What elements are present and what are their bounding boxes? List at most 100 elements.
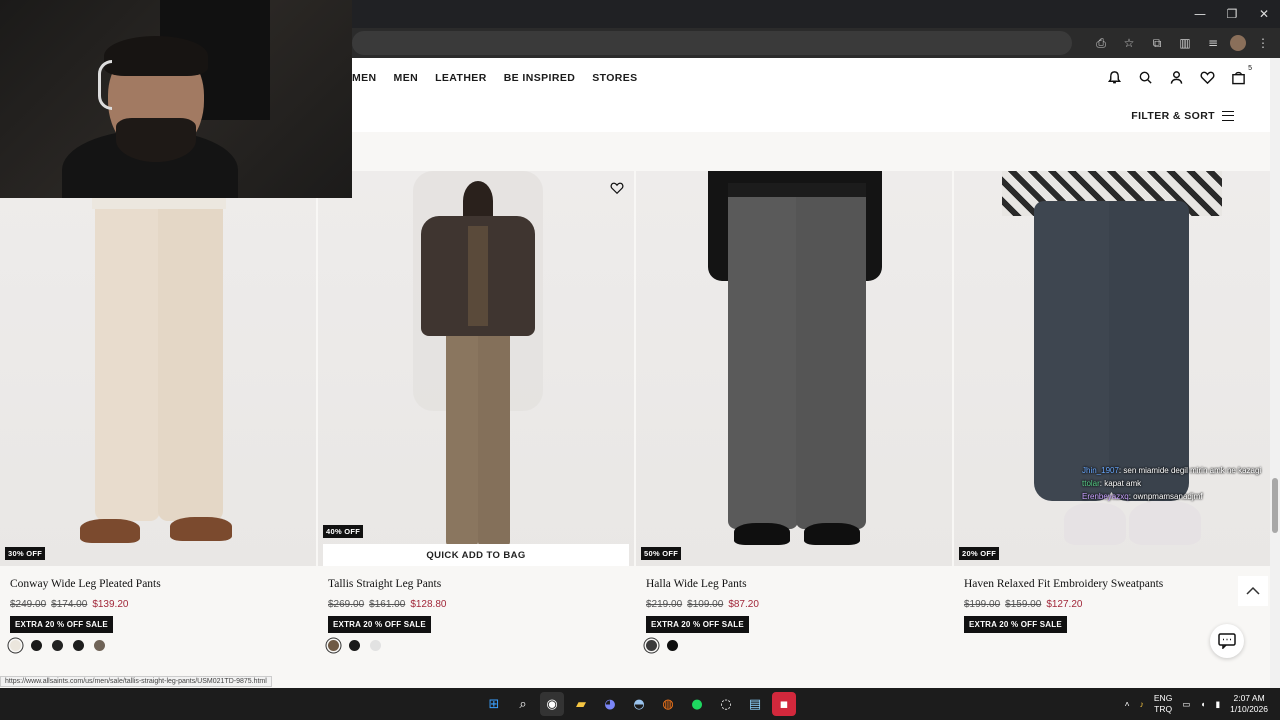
previous-price: $174.00 bbox=[51, 599, 88, 610]
spotify-icon[interactable]: ● bbox=[685, 692, 709, 716]
network-icon[interactable]: ▭ bbox=[1182, 699, 1190, 710]
nav-link-stores[interactable]: STORES bbox=[592, 72, 637, 84]
chat-text: : sen miamide degil mirin amk ne kazagi bbox=[1118, 466, 1262, 475]
chevron-up-icon[interactable]: ˄ bbox=[1125, 699, 1130, 709]
product-image[interactable]: 50% OFF bbox=[636, 171, 952, 566]
product-card[interactable]: 30% OFF Conway Wide Leg Pleated Pants $2… bbox=[0, 171, 316, 681]
product-name[interactable]: Tallis Straight Leg Pants bbox=[328, 578, 441, 590]
color-swatch[interactable] bbox=[73, 640, 84, 651]
chat-text: : kapat amk bbox=[1099, 479, 1142, 488]
cast-icon[interactable]: ≡ bbox=[1202, 32, 1224, 54]
promo-badge: EXTRA 20 % OFF SALE bbox=[10, 616, 113, 633]
discount-badge: 50% OFF bbox=[641, 547, 682, 560]
discount-badge: 30% OFF bbox=[5, 547, 46, 560]
product-image[interactable]: 20% OFF bbox=[954, 171, 1270, 566]
product-prices: $249.00 $174.00 $139.20 bbox=[10, 599, 128, 610]
stream-chat-overlay: Jhin_1907: sen miamide degil mirin amk n… bbox=[1082, 464, 1262, 503]
app-red-icon[interactable]: ▪ bbox=[772, 692, 796, 716]
bell-icon[interactable] bbox=[1107, 70, 1122, 85]
bag-button[interactable]: 5 bbox=[1231, 65, 1252, 85]
nav-link-be-inspired[interactable]: BE INSPIRED bbox=[504, 72, 576, 84]
scroll-to-top-button[interactable] bbox=[1238, 576, 1268, 606]
product-card[interactable]: 40% OFF QUICK ADD TO BAG Tallis Straight… bbox=[318, 171, 634, 681]
window-controls: — ❐ ✕ bbox=[1184, 0, 1280, 28]
search-icon[interactable] bbox=[1138, 70, 1153, 85]
sale-price: $87.20 bbox=[728, 599, 759, 610]
product-image[interactable]: 40% OFF QUICK ADD TO BAG bbox=[318, 171, 634, 566]
chat-message: Erenbeyazxq: ownpmamsanadjmf bbox=[1082, 490, 1262, 503]
windows-taskbar: ⊞ ⌕ ◉ ▰ ◕ ◓ ◍ ● ◌ ▤ ▪ ˄ ♪ ENG TRQ ▭ ◖ ▮ … bbox=[0, 688, 1280, 720]
wishlist-heart-icon[interactable] bbox=[1200, 70, 1215, 85]
volume-icon[interactable]: ◖ bbox=[1200, 699, 1205, 709]
product-name[interactable]: Conway Wide Leg Pleated Pants bbox=[10, 578, 161, 590]
language-code: ENG bbox=[1153, 693, 1173, 703]
quick-add-button[interactable]: QUICK ADD TO BAG bbox=[323, 544, 629, 566]
file-explorer-icon[interactable]: ▰ bbox=[569, 692, 593, 716]
address-bar[interactable] bbox=[352, 31, 1072, 55]
minimize-button[interactable]: — bbox=[1184, 0, 1216, 28]
steam-icon[interactable]: ◓ bbox=[627, 692, 651, 716]
color-swatch[interactable] bbox=[52, 640, 63, 651]
wishlist-heart-icon[interactable] bbox=[610, 181, 624, 195]
webcam-person-hair bbox=[104, 36, 208, 76]
close-button[interactable]: ✕ bbox=[1248, 0, 1280, 28]
search-icon[interactable]: ⌕ bbox=[511, 692, 535, 716]
chat-text: : ownpmamsanadjmf bbox=[1128, 492, 1203, 501]
color-swatches bbox=[328, 640, 381, 651]
product-image[interactable]: 30% OFF bbox=[0, 171, 316, 566]
product-prices: $219.00 $109.00 $87.20 bbox=[646, 599, 759, 610]
menu-icon[interactable]: ⋮ bbox=[1252, 32, 1274, 54]
clock-date: 1/10/2026 bbox=[1230, 704, 1268, 714]
chat-bubble-icon bbox=[1218, 633, 1236, 649]
webcam-overlay bbox=[0, 0, 352, 198]
chat-user: Erenbeyazxq bbox=[1082, 492, 1129, 501]
page-scrollbar[interactable] bbox=[1270, 58, 1280, 688]
product-card[interactable]: 50% OFF Halla Wide Leg Pants $219.00 $10… bbox=[636, 171, 952, 681]
app-icon[interactable]: ◍ bbox=[656, 692, 680, 716]
live-chat-button[interactable] bbox=[1210, 624, 1244, 658]
color-swatch[interactable] bbox=[646, 640, 657, 651]
microphone-icon[interactable]: ♪ bbox=[1140, 699, 1144, 709]
chrome-icon[interactable]: ◉ bbox=[540, 692, 564, 716]
notepad-icon[interactable]: ▤ bbox=[743, 692, 767, 716]
nav-link-leather[interactable]: LEATHER bbox=[435, 72, 487, 84]
product-name[interactable]: Haven Relaxed Fit Embroidery Sweatpants bbox=[964, 578, 1163, 590]
previous-price: $109.00 bbox=[687, 599, 724, 610]
language-indicator[interactable]: ENG TRQ bbox=[1154, 693, 1172, 715]
extensions-icon[interactable]: ⧉ bbox=[1146, 32, 1168, 54]
keyboard-layout: TRQ bbox=[1154, 704, 1173, 714]
color-swatch[interactable] bbox=[349, 640, 360, 651]
previous-price: $161.00 bbox=[369, 599, 406, 610]
color-swatch[interactable] bbox=[667, 640, 678, 651]
account-icon[interactable] bbox=[1169, 70, 1184, 85]
original-price: $199.00 bbox=[964, 599, 1001, 610]
nav-link-women[interactable]: MEN bbox=[352, 72, 377, 84]
clock[interactable]: 2:07 AM 1/10/2026 bbox=[1230, 693, 1268, 715]
product-card[interactable]: 20% OFF Haven Relaxed Fit Embroidery Swe… bbox=[954, 171, 1270, 681]
filter-sort-button[interactable]: FILTER & SORT bbox=[1131, 110, 1234, 122]
sidepanel-icon[interactable]: ▥ bbox=[1174, 32, 1196, 54]
webcam-person-beard bbox=[116, 118, 196, 162]
battery-icon[interactable]: ▮ bbox=[1215, 699, 1220, 710]
install-icon[interactable]: ⎙ bbox=[1090, 32, 1112, 54]
bag-icon bbox=[1232, 71, 1245, 85]
sale-price: $139.20 bbox=[92, 599, 129, 610]
color-swatch[interactable] bbox=[31, 640, 42, 651]
product-name[interactable]: Halla Wide Leg Pants bbox=[646, 578, 747, 590]
system-tray: ˄ ♪ ENG TRQ ▭ ◖ ▮ 2:07 AM 1/10/2026 bbox=[1125, 693, 1268, 715]
previous-price: $159.00 bbox=[1005, 599, 1042, 610]
windows-start-icon[interactable]: ⊞ bbox=[482, 692, 506, 716]
original-price: $219.00 bbox=[646, 599, 683, 610]
scrollbar-thumb[interactable] bbox=[1272, 478, 1278, 533]
discord-icon[interactable]: ◕ bbox=[598, 692, 622, 716]
color-swatch[interactable] bbox=[10, 640, 21, 651]
obs-icon[interactable]: ◌ bbox=[714, 692, 738, 716]
color-swatch[interactable] bbox=[94, 640, 105, 651]
star-icon[interactable]: ☆ bbox=[1118, 32, 1140, 54]
color-swatch[interactable] bbox=[328, 640, 339, 651]
nav-link-men[interactable]: MEN bbox=[394, 72, 419, 84]
color-swatch[interactable] bbox=[370, 640, 381, 651]
restore-button[interactable]: ❐ bbox=[1216, 0, 1248, 28]
profile-avatar[interactable] bbox=[1230, 35, 1246, 51]
promo-badge: EXTRA 20 % OFF SALE bbox=[646, 616, 749, 633]
